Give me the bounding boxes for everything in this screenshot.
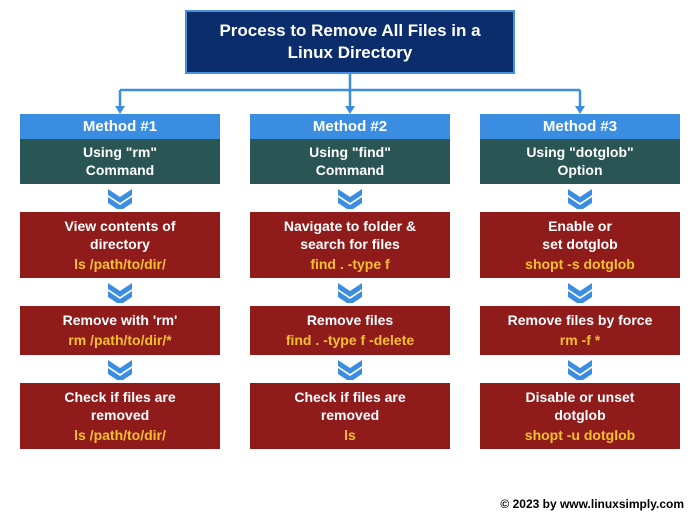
method-3-header: Method #3 [480,114,680,139]
step-description: Navigate to folder & search for files [254,217,446,253]
method-1-step-3: Check if files are removed ls /path/to/d… [20,383,220,450]
chevron-down-icon [336,283,364,303]
step-command: shopt -s dotglob [484,255,676,273]
method-3-step-1: Enable or set dotglob shopt -s dotglob [480,212,680,279]
step-command: ls /path/to/dir/ [24,426,216,444]
step-description: Remove files [254,311,446,329]
method-2-header: Method #2 [250,114,450,139]
method-1-header: Method #1 [20,114,220,139]
chevron-down-icon [566,283,594,303]
step-command: shopt -u dotglob [484,426,676,444]
method-3-step-2: Remove files by force rm -f * [480,306,680,354]
method-2-step-3: Check if files are removed ls [250,383,450,450]
method-1-step-1: View contents of directory ls /path/to/d… [20,212,220,279]
step-description: Enable or set dotglob [484,217,676,253]
chevron-down-icon [336,360,364,380]
method-2-step-2: Remove files find . -type f -delete [250,306,450,354]
chevron-down-icon [106,283,134,303]
page-title: Process to Remove All Files in a Linux D… [185,10,515,74]
step-description: View contents of directory [24,217,216,253]
tree-connector [40,74,660,114]
step-command: rm -f * [484,331,676,349]
chevron-down-icon [566,189,594,209]
method-2-column: Method #2 Using "find" Command Navigate … [250,114,450,449]
method-3-step-3: Disable or unset dotglob shopt -u dotglo… [480,383,680,450]
chevron-down-icon [106,189,134,209]
step-description: Disable or unset dotglob [484,388,676,424]
chevron-down-icon [106,360,134,380]
method-1-step-2: Remove with 'rm' rm /path/to/dir/* [20,306,220,354]
method-2-step-1: Navigate to folder & search for files fi… [250,212,450,279]
chevron-down-icon [566,360,594,380]
method-2-subheader: Using "find" Command [250,139,450,183]
chevron-down-icon [336,189,364,209]
method-1-subheader: Using "rm" Command [20,139,220,183]
step-description: Remove files by force [484,311,676,329]
method-1-column: Method #1 Using "rm" Command View conten… [20,114,220,449]
method-3-column: Method #3 Using "dotglob" Option Enable … [480,114,680,449]
step-command: ls [254,426,446,444]
step-command: rm /path/to/dir/* [24,331,216,349]
step-description: Check if files are removed [24,388,216,424]
step-command: ls /path/to/dir/ [24,255,216,273]
step-command: find . -type f -delete [254,331,446,349]
method-3-subheader: Using "dotglob" Option [480,139,680,183]
step-command: find . -type f [254,255,446,273]
step-description: Check if files are removed [254,388,446,424]
step-description: Remove with 'rm' [24,311,216,329]
columns-container: Method #1 Using "rm" Command View conten… [20,114,680,449]
